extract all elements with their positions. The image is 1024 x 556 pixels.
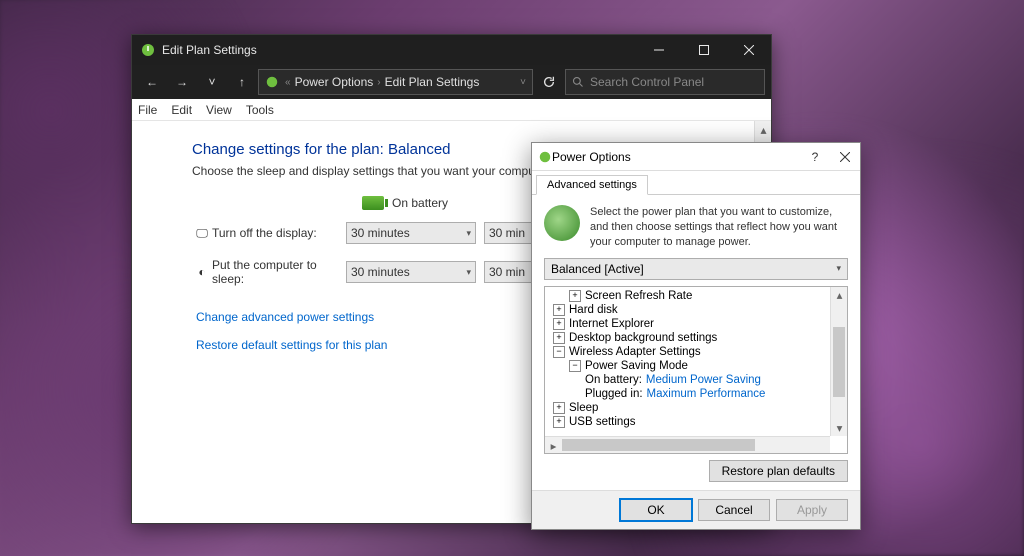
back-button[interactable]: ← [138,68,166,96]
scrollbar-thumb[interactable] [833,327,845,397]
tab-strip: Advanced settings [532,171,860,195]
address-bar: ← → ˅ ↑ « Power Options › Edit Plan Sett… [132,65,771,99]
settings-tree[interactable]: +Screen Refresh Rate +Hard disk +Interne… [544,286,848,454]
recent-locations-button[interactable]: ˅ [198,68,226,96]
ok-button[interactable]: OK [620,499,692,521]
power-icon [265,75,279,89]
tree-leaf[interactable]: Plugged in:Maximum Performance [549,387,843,401]
tab-advanced-settings[interactable]: Advanced settings [536,175,648,195]
expand-icon[interactable]: + [553,416,565,428]
search-input[interactable]: Search Control Panel [565,69,765,95]
menu-edit[interactable]: Edit [171,103,192,117]
expand-icon[interactable]: + [569,290,581,302]
minimize-button[interactable] [636,35,681,65]
tree-node[interactable]: +Screen Refresh Rate [549,289,843,303]
search-placeholder: Search Control Panel [590,75,704,89]
scroll-down-button[interactable]: ▾ [831,419,848,436]
breadcrumb-item[interactable]: Power Options [295,75,374,89]
sleep-icon: ◐ [192,265,212,279]
tree-node[interactable]: +Sleep [549,401,843,415]
tree-node[interactable]: −Wireless Adapter Settings [549,345,843,359]
dialog-title: Power Options [552,150,800,164]
tree-node[interactable]: +Desktop background settings [549,331,843,345]
up-button[interactable]: ↑ [228,68,256,96]
on-battery-value[interactable]: Medium Power Saving [646,374,761,386]
apply-button[interactable]: Apply [776,499,848,521]
dialog-titlebar[interactable]: Power Options ? [532,143,860,171]
power-plan-icon [544,205,580,241]
maximize-button[interactable] [681,35,726,65]
dialog-intro-text: Select the power plan that you want to c… [590,205,848,250]
window-title: Edit Plan Settings [162,43,636,57]
collapse-icon[interactable]: − [553,346,565,358]
menu-view[interactable]: View [206,103,232,117]
tree-node[interactable]: −Power Saving Mode [549,359,843,373]
breadcrumb-item[interactable]: Edit Plan Settings [385,75,480,89]
chevron-down-icon: ▾ [836,263,841,274]
expand-icon[interactable]: + [553,332,565,344]
chevron-right-icon: › [377,77,380,88]
plugged-in-value[interactable]: Maximum Performance [647,388,766,400]
scroll-up-button[interactable]: ▴ [831,287,848,304]
menu-tools[interactable]: Tools [246,103,274,117]
display-on-battery-select[interactable]: 30 minutes ▾ [346,222,476,244]
tree-node[interactable]: +Internet Explorer [549,317,843,331]
expand-icon[interactable]: + [553,304,565,316]
chevron-left-icon: « [285,77,291,88]
tree-node[interactable]: +Hard disk [549,303,843,317]
cancel-button[interactable]: Cancel [698,499,770,521]
row-label: Put the computer to sleep: [212,258,346,286]
forward-button[interactable]: → [168,68,196,96]
expand-icon[interactable]: + [553,318,565,330]
menubar: File Edit View Tools [132,99,771,121]
chevron-down-icon: ▾ [466,267,471,278]
dialog-body: Select the power plan that you want to c… [532,195,860,490]
restore-plan-defaults-button[interactable]: Restore plan defaults [709,460,848,482]
power-options-dialog: Power Options ? Advanced settings Select… [531,142,861,530]
scroll-right-button[interactable]: ▸ [545,437,562,454]
battery-icon [362,196,384,210]
chevron-down-icon: ▾ [466,228,471,239]
close-button[interactable] [726,35,771,65]
tree-node[interactable]: +USB settings [549,415,843,429]
refresh-button[interactable] [535,75,563,89]
horizontal-scrollbar[interactable]: ◂ ▸ [545,436,830,453]
vertical-scrollbar[interactable]: ▴ ▾ [830,287,847,436]
help-button[interactable]: ? [800,143,830,171]
chevron-down-icon[interactable]: ˅ [520,77,526,88]
close-button[interactable] [830,143,860,171]
row-label: Turn off the display: [212,226,346,240]
collapse-icon[interactable]: − [569,360,581,372]
tree-leaf[interactable]: On battery:Medium Power Saving [549,373,843,387]
breadcrumb[interactable]: « Power Options › Edit Plan Settings ˅ [258,69,533,95]
expand-icon[interactable]: + [553,402,565,414]
power-plan-select[interactable]: Balanced [Active] ▾ [544,258,848,280]
dialog-footer: OK Cancel Apply [532,490,860,529]
scrollbar-thumb[interactable] [555,439,755,451]
menu-file[interactable]: File [138,103,157,117]
power-icon [538,150,552,164]
titlebar[interactable]: Edit Plan Settings [132,35,771,65]
search-icon [572,76,584,88]
sleep-on-battery-select[interactable]: 30 minutes ▾ [346,261,476,283]
scroll-up-button[interactable]: ▴ [755,121,771,138]
power-icon [140,42,156,58]
display-icon: 🖵 [192,226,212,241]
